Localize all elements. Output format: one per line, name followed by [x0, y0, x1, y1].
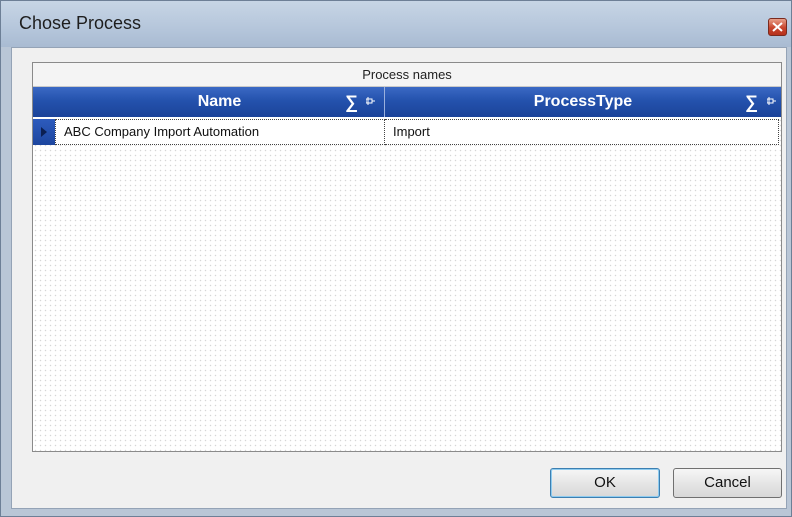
process-grid[interactable]: Process names Name ∑ ProcessType ∑ ABC C… — [32, 62, 782, 452]
chose-process-dialog: Chose Process Process names Name ∑ Proce… — [0, 0, 792, 517]
grid-group-title: Process names — [33, 63, 781, 87]
title-bar[interactable]: Chose Process — [1, 1, 791, 47]
summary-icon[interactable]: ∑ — [345, 87, 358, 117]
dialog-client-area: Process names Name ∑ ProcessType ∑ ABC C… — [11, 47, 787, 509]
table-row[interactable]: ABC Company Import Automation Import — [33, 119, 781, 145]
column-header-name-label: Name — [197, 93, 242, 110]
cell-processtype[interactable]: Import — [385, 119, 779, 145]
summary-icon[interactable]: ∑ — [745, 87, 758, 117]
cancel-button[interactable]: Cancel — [673, 468, 782, 498]
column-header-processtype[interactable]: ProcessType ∑ — [385, 87, 781, 117]
cell-name[interactable]: ABC Company Import Automation — [55, 119, 385, 145]
ok-button[interactable]: OK — [550, 468, 660, 498]
dialog-title: Chose Process — [19, 13, 142, 33]
grid-header-row: Name ∑ ProcessType ∑ — [33, 87, 781, 117]
pin-icon[interactable] — [366, 97, 375, 105]
column-header-name[interactable]: Name ∑ — [55, 87, 385, 117]
close-button[interactable] — [768, 18, 787, 36]
current-row-arrow-icon — [41, 127, 47, 137]
column-header-processtype-label: ProcessType — [533, 93, 633, 110]
close-icon — [772, 22, 783, 32]
row-selector[interactable] — [33, 119, 55, 145]
pin-icon[interactable] — [767, 97, 776, 105]
